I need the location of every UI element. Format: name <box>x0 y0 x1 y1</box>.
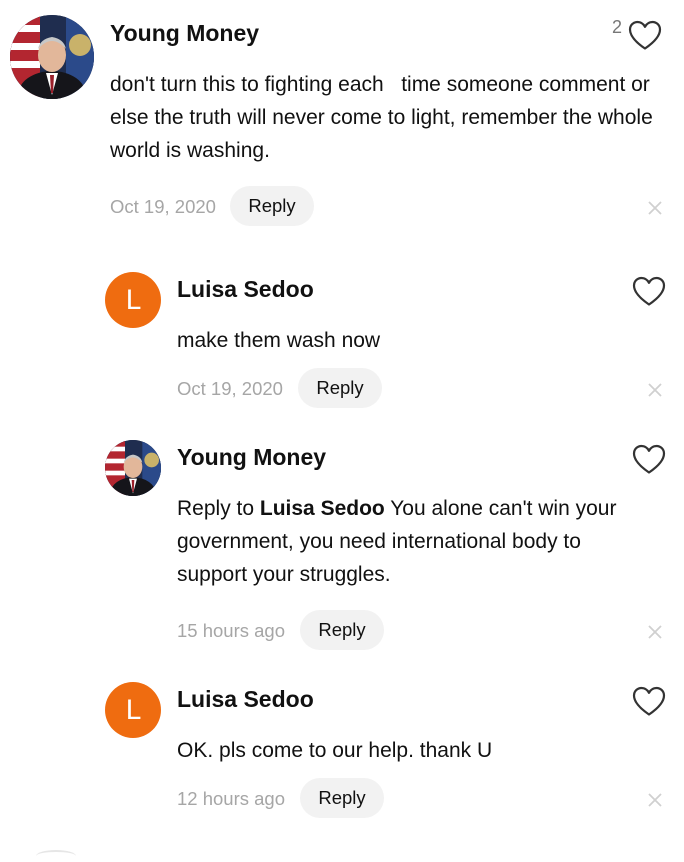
comment-date: 15 hours ago <box>177 620 286 641</box>
like-button[interactable] <box>632 686 666 717</box>
reply-button[interactable]: Reply <box>298 368 382 408</box>
reply-button[interactable]: Reply <box>300 778 384 818</box>
comment-date: Oct 19, 2020 <box>177 378 283 399</box>
comment-author[interactable]: Luisa Sedoo <box>177 276 314 303</box>
like-count: 2 <box>612 17 623 37</box>
close-icon[interactable] <box>645 790 665 810</box>
reply-button[interactable]: Reply <box>230 186 314 226</box>
comment-author[interactable]: Young Money <box>110 20 259 47</box>
comment-text: make them wash now <box>177 329 381 352</box>
like-button[interactable]: 2 <box>612 17 662 51</box>
close-icon[interactable] <box>645 622 665 642</box>
reply-button[interactable]: Reply <box>300 610 384 650</box>
comment-date: 12 hours ago <box>177 788 286 809</box>
heart-outline-icon <box>632 686 666 716</box>
comment-date: Oct 19, 2020 <box>110 196 216 217</box>
avatar[interactable] <box>105 440 161 496</box>
profile-photo-icon <box>10 15 94 99</box>
comment-text: Reply to Luisa Sedoo You alone can't win… <box>177 492 647 591</box>
like-button[interactable] <box>632 444 666 475</box>
heart-outline-icon <box>632 276 666 306</box>
like-button[interactable] <box>632 276 666 307</box>
reply-to-prefix: Reply to <box>177 497 255 520</box>
close-icon[interactable] <box>645 198 665 218</box>
heart-outline-icon <box>628 20 662 50</box>
avatar[interactable]: L <box>105 682 161 738</box>
next-comment-avatar-partial <box>36 850 76 862</box>
comment-text: OK. pls come to our help. thank U <box>177 739 493 762</box>
comment-author[interactable]: Luisa Sedoo <box>177 686 314 713</box>
comment-text: don't turn this to fighting each time so… <box>110 73 659 162</box>
avatar[interactable] <box>10 15 94 99</box>
close-icon[interactable] <box>645 380 665 400</box>
comment-author[interactable]: Young Money <box>177 444 326 471</box>
avatar-letter: L <box>125 284 141 316</box>
reply-to-name[interactable]: Luisa Sedoo <box>260 497 385 520</box>
heart-outline-icon <box>632 444 666 474</box>
profile-photo-icon <box>105 440 161 496</box>
avatar[interactable]: L <box>105 272 161 328</box>
avatar-letter: L <box>125 694 141 726</box>
